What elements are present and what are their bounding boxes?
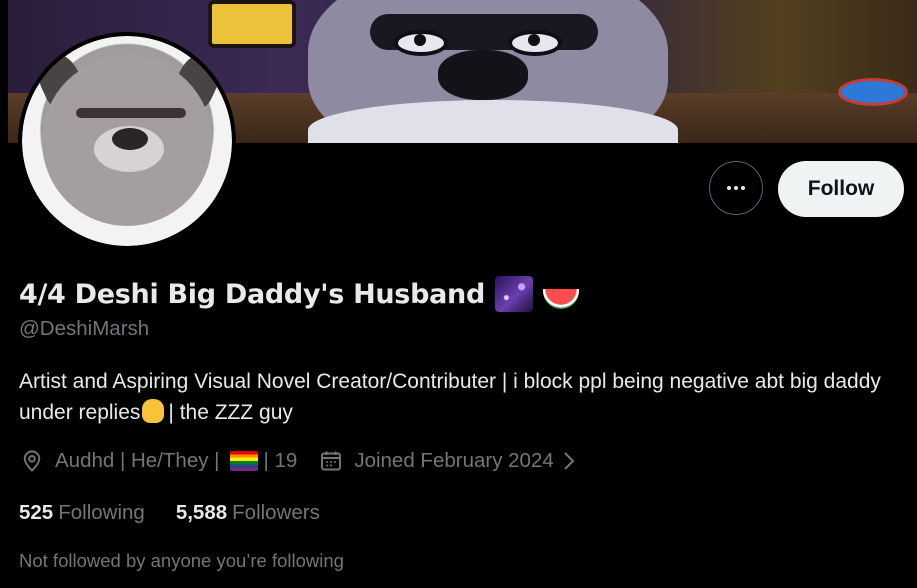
chevron-right-icon[interactable] — [562, 450, 576, 472]
banner-character-pupil-right — [528, 34, 540, 46]
followers-link[interactable]: 5,588 Followers — [176, 501, 320, 525]
follow-button[interactable]: Follow — [778, 161, 904, 217]
location-text-part1: Audhd | He/They | — [55, 449, 220, 472]
bio-text-part2: | the ZZZ guy — [168, 401, 293, 424]
watermelon-emoji-icon — [542, 289, 579, 309]
follow-counts: 525 Following 5,588 Followers — [19, 501, 320, 525]
bio: Artist and Aspiring Visual Novel Creator… — [19, 366, 909, 428]
avatar[interactable] — [18, 32, 236, 250]
following-link[interactable]: 525 Following — [19, 501, 145, 525]
rainbow-flag-emoji-icon — [229, 451, 258, 471]
user-handle: @DeshiMarsh — [19, 317, 150, 340]
more-dots-icon — [727, 186, 745, 190]
following-count: 525 — [19, 501, 54, 524]
display-name-row: 4/4 Deshi Big Daddy's Husband — [19, 276, 579, 312]
followers-label: Followers — [232, 501, 320, 524]
banner-character-nose — [438, 50, 528, 100]
location-text-part2: | 19 — [263, 449, 298, 472]
location-icon — [20, 449, 44, 473]
calendar-icon — [319, 449, 343, 473]
avatar-nose — [112, 128, 148, 150]
banner-lamp — [208, 0, 296, 48]
banner-character-pupil-left — [414, 34, 426, 46]
following-label: Following — [58, 501, 145, 524]
not-followed-notice: Not followed by anyone you’re following — [19, 550, 344, 571]
joined-date[interactable]: Joined February 2024 — [354, 449, 553, 473]
milky-way-emoji-icon — [494, 276, 533, 312]
followers-count: 5,588 — [175, 501, 228, 524]
raised-hand-emoji-icon — [142, 399, 165, 423]
banner-orb — [838, 78, 908, 106]
more-options-button[interactable] — [709, 161, 763, 215]
profile-meta: Audhd | He/They | | 19 Joined February 20… — [20, 449, 576, 473]
display-name: 4/4 Deshi Big Daddy's Husband — [19, 278, 485, 310]
avatar-brow — [76, 108, 186, 118]
